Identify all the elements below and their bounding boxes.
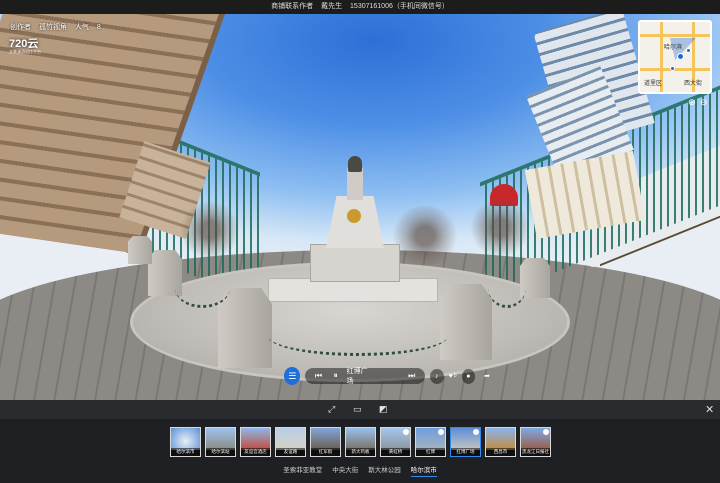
scene-thumbnail[interactable]: 哈尔滨站: [205, 427, 236, 457]
author-name[interactable]: 孤竹视角: [39, 24, 67, 31]
menu-icon: ☰: [288, 370, 297, 381]
tree-left: [180, 200, 240, 260]
next-track-icon[interactable]: ⏭: [406, 369, 418, 383]
like-count: 0: [453, 373, 457, 379]
comment-icon: ●: [466, 372, 471, 380]
scene-thumbnail-label: 友谊宫酒店: [241, 448, 270, 456]
visited-check-icon: [403, 429, 409, 435]
scene-thumbnail-label: 西昌市: [486, 448, 515, 456]
vr-mode-icon[interactable]: ▭: [353, 404, 362, 414]
scene-thumbnail-image: [206, 428, 235, 450]
scene-group-tab[interactable]: 哈尔滨市: [410, 464, 437, 477]
fullscreen-icon[interactable]: ⤢: [328, 404, 335, 414]
views-label: 人气: [74, 24, 91, 31]
heart-icon: ♥: [448, 372, 453, 380]
comment-button[interactable]: ●: [461, 368, 476, 384]
scene-thumbnail-label: 红军街: [311, 448, 340, 456]
map-district-label: 道里区: [644, 81, 663, 87]
scene-thumbnail[interactable]: 友谊路: [275, 427, 306, 457]
map-road: [640, 34, 710, 37]
visited-check-icon: [438, 429, 444, 435]
scene-thumbnail[interactable]: 黑龙江日报社: [520, 427, 551, 457]
scene-thumbnails: 哈尔滨市 哈尔滨站 友谊宫酒店 友谊路 红军街 新大鸡板 黄虹桥 红博 红博广场 西昌市 黑龙江日报…: [170, 427, 552, 457]
music-icon: ♪: [434, 372, 439, 380]
scene-thumbnail[interactable]: 哈尔滨市: [170, 427, 201, 457]
tree-center: [390, 206, 460, 266]
scene-thumbnail[interactable]: 新大鸡板: [345, 427, 376, 457]
chain: [488, 268, 526, 308]
contact-info[interactable]: 商铺联系作者 戴先生 15307161006（手机同微信号）: [0, 0, 720, 14]
stone-post: [128, 236, 152, 264]
monument-shaft: [347, 168, 363, 200]
scene-thumbnail-label: 红博广场: [451, 448, 480, 456]
tree-right: [470, 198, 530, 258]
scene-thumbnail[interactable]: 红军街: [310, 427, 341, 457]
stone-post: [218, 288, 272, 368]
chain: [268, 316, 448, 356]
top-bar: 商铺联系作者 戴先生 15307161006（手机同微信号）: [0, 0, 720, 14]
scene-groups: 圣索菲亚教堂 中央大街 斯大林公园 哈尔滨市: [0, 464, 720, 477]
author-credit: 创作者 孤竹视角 人气 8: [10, 22, 107, 32]
scene-group-tab[interactable]: 斯大林公园: [368, 464, 401, 477]
scene-menu-button[interactable]: ☰: [284, 367, 301, 385]
scene-thumbnail-label: 黑龙江日报社: [521, 448, 550, 456]
chain: [175, 268, 230, 308]
scene-thumbnail-label: 哈尔滨市: [171, 448, 200, 456]
scene-thumbnail-label: 哈尔滨站: [206, 448, 235, 456]
map-area-label: 西大街: [684, 81, 703, 87]
monument-pedestal: [310, 244, 400, 282]
scene-thumbnail[interactable]: 友谊宫酒店: [240, 427, 271, 457]
scene-thumbnail-image: [346, 428, 375, 450]
audio-toggle-button[interactable]: ♪: [429, 368, 444, 384]
current-location-dot: [677, 53, 684, 60]
share-icon: ➦: [484, 373, 491, 380]
share-button[interactable]: ➦: [480, 369, 494, 384]
contact-phone: 15307161006（手机同微信号）: [350, 3, 449, 10]
visited-check-icon: [543, 429, 549, 435]
scene-thumbnail-image: [171, 428, 200, 450]
pause-icon[interactable]: ⏸: [330, 369, 342, 383]
scene-thumbnail-image: [311, 428, 340, 450]
zoom-out-icon[interactable]: ⊖: [700, 97, 708, 108]
map-marker[interactable]: [670, 66, 675, 71]
scene-thumbnail[interactable]: 红博: [415, 427, 446, 457]
scene-thumbnail-label: 友谊路: [276, 448, 305, 456]
map-road: [640, 68, 710, 71]
scene-group-tab[interactable]: 中央大街: [332, 464, 358, 477]
scene-group-tab[interactable]: 圣索菲亚教堂: [283, 464, 322, 477]
track-label: 红博广场: [346, 368, 368, 385]
close-icon[interactable]: ✕: [705, 403, 714, 416]
scene-thumbnail[interactable]: 红博广场: [450, 427, 481, 457]
gyroscope-icon[interactable]: ◩: [379, 404, 388, 414]
scene-thumbnail-image: [486, 428, 515, 450]
author-label: 创作者: [10, 24, 31, 31]
monument-top: [348, 156, 362, 172]
zoom-in-icon[interactable]: ⊕: [688, 97, 696, 108]
prev-track-icon[interactable]: ⏮: [312, 369, 324, 383]
scene-thumbnail-image: [241, 428, 270, 450]
player-controls: ☰ ⏮ ⏸ 红博广场 ⏭ ♪ ♥ 0 ● ➦: [284, 366, 494, 386]
minimap[interactable]: 哈尔滨 道里区 西大街: [638, 20, 712, 94]
audio-player: ⏮ ⏸ 红博广场 ⏭: [305, 368, 425, 385]
contact-name: 戴先生: [321, 3, 343, 10]
scene-thumbnail[interactable]: 黄虹桥: [380, 427, 411, 457]
visited-check-icon: [473, 429, 479, 435]
monument-emblem: [347, 209, 361, 223]
scene-thumbnail-label: 黄虹桥: [381, 448, 410, 456]
map-marker[interactable]: [686, 48, 691, 53]
like-button[interactable]: ♥ 0: [449, 369, 457, 384]
scene-thumbnail-label: 新大鸡板: [346, 448, 375, 456]
views-count: 8: [96, 24, 101, 31]
scene-thumbnail[interactable]: 西昌市: [485, 427, 516, 457]
contact-label: 商铺联系作者: [271, 3, 314, 10]
panorama-viewer: 商铺联系作者 戴先生 15307161006（手机同微信号） 创作者 孤竹视角 …: [0, 0, 720, 483]
logo-subtitle: 全景漫游创作平台: [9, 49, 41, 54]
scene-thumbnail-image: [276, 428, 305, 450]
scene-thumbnail-label: 红博: [416, 448, 445, 456]
map-city-label: 哈尔滨: [664, 45, 683, 51]
panorama-view[interactable]: [0, 0, 720, 400]
